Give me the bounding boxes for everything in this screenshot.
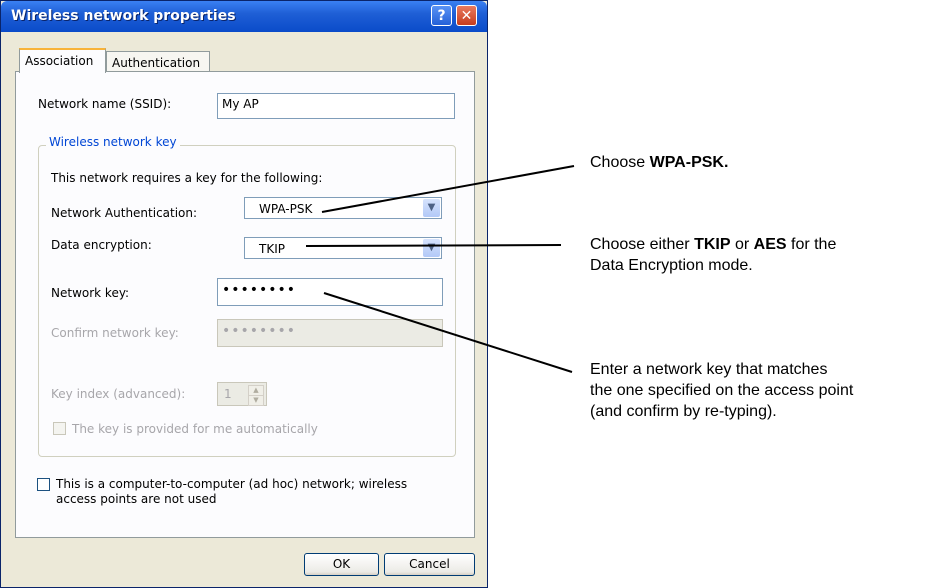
auto-key-checkbox[interactable]: [53, 422, 66, 435]
adhoc-checkbox[interactable]: [37, 478, 50, 491]
adhoc-label-line2: access points are not used: [56, 492, 217, 506]
confirm-network-key-label: Confirm network key:: [51, 326, 179, 340]
data-encryption-label: Data encryption:: [51, 238, 152, 252]
data-encryption-value: TKIP: [259, 242, 285, 256]
key-index-value: 1: [224, 387, 232, 401]
network-key-input[interactable]: ••••••••: [217, 278, 443, 306]
tab-association[interactable]: Association: [19, 48, 106, 73]
confirm-network-key-input[interactable]: ••••••••: [217, 319, 443, 347]
tab-authentication[interactable]: Authentication: [106, 51, 210, 73]
help-button[interactable]: ?: [431, 5, 452, 26]
adhoc-label-line1: This is a computer-to-computer (ad hoc) …: [56, 477, 408, 491]
wireless-network-properties-dialog: Wireless network properties ? ✕ Associat…: [0, 0, 488, 588]
cancel-button[interactable]: Cancel: [384, 553, 475, 576]
annotation-encryption: Choose either TKIP or AES for the Data E…: [590, 236, 837, 274]
chevron-down-icon[interactable]: ▼: [423, 239, 440, 257]
title-bar[interactable]: Wireless network properties ? ✕: [1, 1, 487, 32]
network-authentication-value: WPA-PSK: [259, 202, 313, 216]
wireless-key-legend: Wireless network key: [46, 135, 180, 149]
ssid-input[interactable]: My AP: [217, 93, 455, 119]
network-authentication-select[interactable]: WPA-PSK ▼: [244, 197, 442, 219]
auto-key-label: The key is provided for me automatically: [72, 422, 318, 436]
key-index-label: Key index (advanced):: [51, 387, 186, 401]
data-encryption-select[interactable]: TKIP ▼: [244, 237, 442, 259]
ssid-label: Network name (SSID):: [38, 97, 172, 111]
annotation-authentication: Choose WPA-PSK.: [590, 154, 729, 171]
close-button[interactable]: ✕: [456, 5, 477, 26]
network-key-label: Network key:: [51, 286, 130, 300]
ok-button[interactable]: OK: [304, 553, 379, 576]
chevron-down-icon[interactable]: ▼: [423, 199, 440, 217]
network-authentication-label: Network Authentication:: [51, 206, 198, 220]
annotation-network-key: Enter a network key that matches the one…: [590, 361, 854, 420]
window-title: Wireless network properties: [11, 8, 236, 24]
key-requirement-text: This network requires a key for the foll…: [51, 171, 323, 185]
spin-down-icon[interactable]: ▼: [248, 395, 264, 406]
key-index-spinner[interactable]: 1 ▲ ▼: [217, 382, 267, 406]
